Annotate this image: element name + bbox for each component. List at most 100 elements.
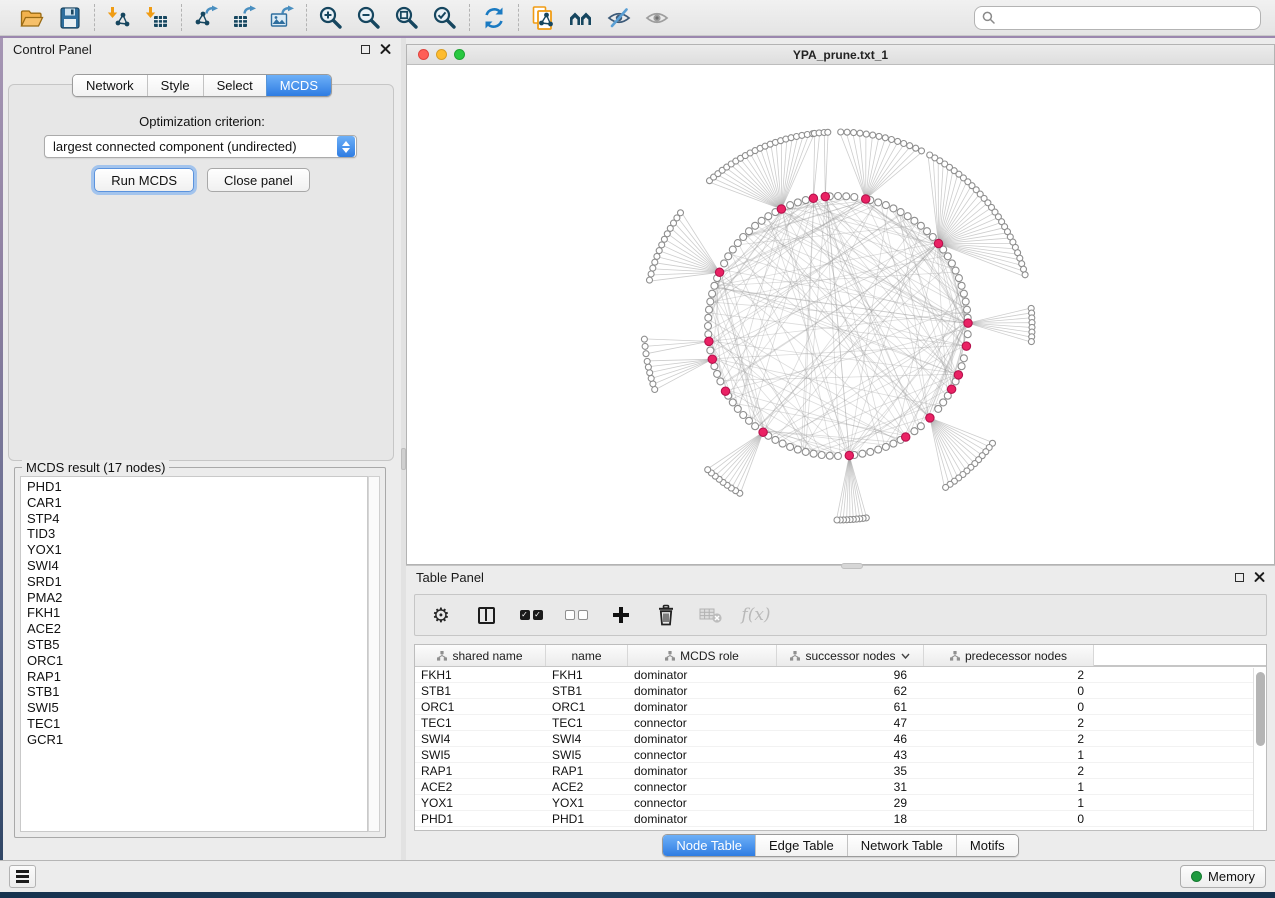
tab-network-table[interactable]: Network Table [847,835,956,856]
mcds-node[interactable] [862,195,870,203]
mcds-node-item[interactable]: YOX1 [27,542,367,558]
table-scrollbar[interactable] [1253,668,1266,830]
tab-mcds[interactable]: MCDS [266,75,331,96]
desktop-background-bottom [0,892,1275,898]
table-row[interactable]: ACE2ACE2connector311 [415,779,1266,795]
table-row[interactable]: STB1STB1dominator620 [415,683,1266,699]
select-all-rows-icon[interactable]: ✓✓ [519,603,543,627]
control-panel-tabs: NetworkStyleSelectMCDS [72,74,332,97]
zoom-selected-button[interactable] [430,3,460,33]
table-row[interactable]: SWI4SWI4dominator462 [415,731,1266,747]
table-row[interactable]: FKH1FKH1dominator962 [415,667,1266,683]
mcds-node-item[interactable]: PMA2 [27,590,367,606]
hide-selected-button[interactable] [604,3,634,33]
mcds-node[interactable] [721,387,729,395]
new-network-from-selection-button[interactable] [528,3,558,33]
save-session-button[interactable] [55,3,85,33]
mcds-node[interactable] [947,385,955,393]
mcds-node[interactable] [926,414,934,422]
table-row[interactable]: YOX1YOX1connector291 [415,795,1266,811]
export-table-button[interactable] [229,3,259,33]
column-header-name[interactable]: name [546,645,628,666]
cell-predecessor-nodes: 0 [924,683,1094,698]
mcds-node-item[interactable]: TEC1 [27,716,367,732]
column-header-predecessor-nodes[interactable]: predecessor nodes [924,645,1094,666]
mcds-node[interactable] [964,319,972,327]
search-box[interactable] [974,6,1261,30]
search-input[interactable] [1000,11,1253,25]
zoom-in-button[interactable] [316,3,346,33]
show-columns-icon[interactable] [474,603,498,627]
cell-MCDS-role: connector [628,715,777,730]
tab-network[interactable]: Network [73,75,147,96]
mcds-node-item[interactable]: STP4 [27,511,367,527]
zoom-fit-button[interactable] [392,3,422,33]
close-panel-button[interactable]: Close panel [207,168,310,192]
new-column-icon[interactable] [609,603,633,627]
mcds-node-item[interactable]: TID3 [27,526,367,542]
column-header-successor-nodes[interactable]: successor nodes [777,645,924,666]
network-canvas[interactable] [407,65,1274,564]
import-table-button[interactable] [142,3,172,33]
mcds-node-item[interactable]: STB1 [27,684,367,700]
mcds-node[interactable] [934,239,942,247]
mcds-node-item[interactable]: ORC1 [27,653,367,669]
float-panel-icon[interactable] [361,45,370,54]
zoom-out-button[interactable] [354,3,384,33]
mcds-node[interactable] [902,433,910,441]
tab-node-table[interactable]: Node Table [663,835,755,856]
table-row[interactable]: ORC1ORC1dominator610 [415,699,1266,715]
show-all-button[interactable] [642,3,672,33]
table-header-row: shared namenameMCDS rolesuccessor nodesp… [415,645,1266,667]
mcds-node-item[interactable]: RAP1 [27,669,367,685]
mcds-node[interactable] [708,355,716,363]
mcds-node[interactable] [715,268,723,276]
mcds-node-item[interactable]: GCR1 [27,732,367,748]
table-row[interactable]: SWI5SWI5connector431 [415,747,1266,763]
close-table-panel-icon[interactable] [1254,572,1265,583]
tab-motifs[interactable]: Motifs [956,835,1018,856]
mcds-node-item[interactable]: ACE2 [27,621,367,637]
mcds-node-item[interactable]: PHD1 [27,479,367,495]
mcds-node-item[interactable]: STB5 [27,637,367,653]
open-file-button[interactable] [17,3,47,33]
task-history-button[interactable] [9,865,36,888]
column-header-MCDS-role[interactable]: MCDS role [628,645,777,666]
refresh-layout-button[interactable] [479,3,509,33]
open-file-icon [19,5,45,31]
table-row[interactable]: RAP1RAP1dominator352 [415,763,1266,779]
mcds-node-item[interactable]: SWI4 [27,558,367,574]
tab-select[interactable]: Select [203,75,266,96]
mcds-node[interactable] [962,342,970,350]
first-neighbors-button[interactable] [566,3,596,33]
mcds-node[interactable] [845,451,853,459]
criterion-dropdown[interactable]: largest connected component (undirected) [44,135,357,158]
mcds-node[interactable] [954,371,962,379]
tab-style[interactable]: Style [147,75,203,96]
mcds-node-item[interactable]: SWI5 [27,700,367,716]
mcds-list-scrollbar[interactable] [368,476,380,832]
mcds-node-item[interactable]: SRD1 [27,574,367,590]
table-mode-gear-icon[interactable]: ⚙ [429,603,453,627]
memory-button[interactable]: Memory [1180,865,1266,888]
mcds-node[interactable] [759,428,767,436]
tab-edge-table[interactable]: Edge Table [755,835,847,856]
export-image-button[interactable] [267,3,297,33]
table-scrollbar-thumb[interactable] [1256,672,1265,746]
mcds-node[interactable] [809,194,817,202]
mcds-node[interactable] [821,192,829,200]
deselect-all-rows-icon[interactable] [564,603,588,627]
mcds-node[interactable] [777,205,785,213]
export-network-button[interactable] [191,3,221,33]
float-table-panel-icon[interactable] [1235,573,1244,582]
import-network-button[interactable] [104,3,134,33]
mcds-node[interactable] [705,337,713,345]
mcds-node-item[interactable]: FKH1 [27,605,367,621]
mcds-node-item[interactable]: CAR1 [27,495,367,511]
run-mcds-button[interactable]: Run MCDS [94,168,194,192]
column-header-shared-name[interactable]: shared name [415,645,546,666]
table-row[interactable]: PHD1PHD1dominator180 [415,811,1266,827]
close-panel-icon[interactable] [380,44,391,55]
table-row[interactable]: TEC1TEC1connector472 [415,715,1266,731]
delete-rows-trash-icon[interactable] [654,603,678,627]
